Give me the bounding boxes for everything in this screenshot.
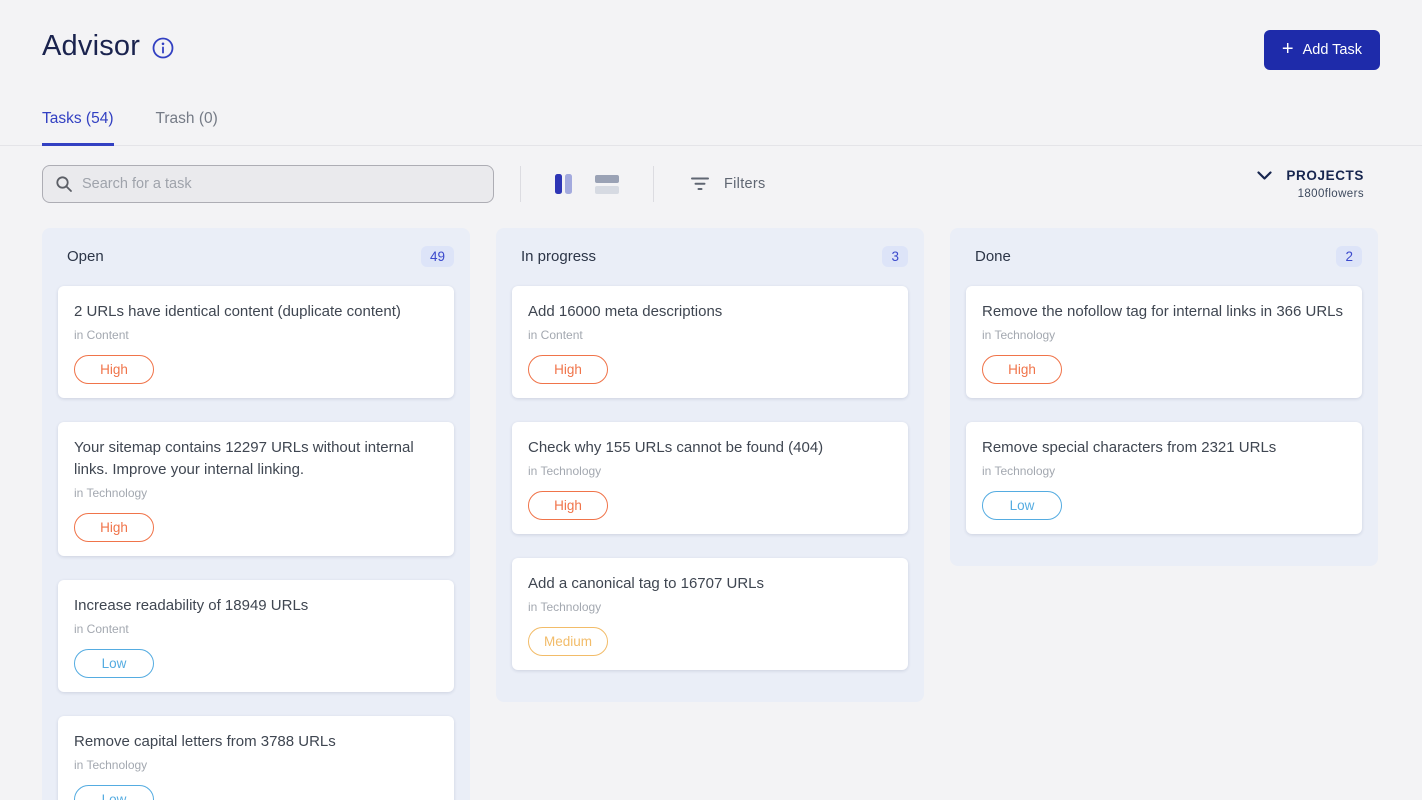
column-cards: Remove the nofollow tag for internal lin… bbox=[966, 286, 1362, 534]
priority-badge: High bbox=[74, 355, 154, 384]
filters-label: Filters bbox=[724, 176, 766, 192]
task-card[interactable]: Add a canonical tag to 16707 URLs in Tec… bbox=[512, 558, 908, 670]
kanban-column: In progress 3 Add 16000 meta description… bbox=[496, 228, 924, 702]
priority-badge: High bbox=[528, 355, 608, 384]
task-card[interactable]: Your sitemap contains 12297 URLs without… bbox=[58, 422, 454, 556]
projects-label: PROJECTS bbox=[1286, 168, 1364, 183]
plus-icon: + bbox=[1282, 39, 1294, 59]
toolbar: Filters PROJECTS 1800flowers bbox=[0, 163, 1422, 205]
task-title: Add 16000 meta descriptions bbox=[528, 301, 892, 323]
projects-selector: PROJECTS 1800flowers bbox=[1257, 168, 1364, 200]
priority-badge: Low bbox=[74, 649, 154, 678]
projects-toggle[interactable]: PROJECTS bbox=[1257, 168, 1364, 183]
column-count-badge: 2 bbox=[1336, 246, 1362, 267]
list-view-icon[interactable] bbox=[595, 174, 619, 194]
task-card[interactable]: Remove capital letters from 3788 URLs in… bbox=[58, 716, 454, 800]
task-card[interactable]: Remove special characters from 2321 URLs… bbox=[966, 422, 1362, 534]
page-title: Advisor bbox=[42, 30, 140, 63]
column-cards: 2 URLs have identical content (duplicate… bbox=[58, 286, 454, 800]
page-header: Advisor + Add Task bbox=[0, 0, 1422, 70]
task-title: Remove the nofollow tag for internal lin… bbox=[982, 301, 1346, 323]
kanban-column: Done 2 Remove the nofollow tag for inter… bbox=[950, 228, 1378, 566]
search-input[interactable] bbox=[82, 176, 481, 192]
priority-badge: High bbox=[982, 355, 1062, 384]
priority-badge: High bbox=[74, 513, 154, 542]
task-category: in Technology bbox=[982, 464, 1346, 478]
divider bbox=[520, 166, 521, 202]
add-task-button[interactable]: + Add Task bbox=[1264, 30, 1380, 70]
info-icon[interactable] bbox=[152, 37, 174, 59]
task-title: Check why 155 URLs cannot be found (404) bbox=[528, 437, 892, 459]
filter-icon bbox=[690, 177, 710, 191]
task-category: in Content bbox=[528, 328, 892, 342]
column-count-badge: 3 bbox=[882, 246, 908, 267]
column-header: In progress 3 bbox=[512, 241, 908, 269]
kanban-view-icon[interactable] bbox=[555, 173, 573, 195]
task-category: in Technology bbox=[74, 758, 438, 772]
task-title: Add a canonical tag to 16707 URLs bbox=[528, 573, 892, 595]
column-header: Done 2 bbox=[966, 241, 1362, 269]
column-cards: Add 16000 meta descriptions in Content H… bbox=[512, 286, 908, 670]
priority-badge: Low bbox=[982, 491, 1062, 520]
task-title: 2 URLs have identical content (duplicate… bbox=[74, 301, 438, 323]
task-category: in Content bbox=[74, 622, 438, 636]
column-count-badge: 49 bbox=[421, 246, 454, 267]
task-category: in Technology bbox=[528, 464, 892, 478]
tab-trash[interactable]: Trash (0) bbox=[156, 110, 218, 146]
task-title: Remove capital letters from 3788 URLs bbox=[74, 731, 438, 753]
add-task-label: Add Task bbox=[1303, 42, 1362, 58]
task-category: in Technology bbox=[982, 328, 1346, 342]
kanban-board: Open 49 2 URLs have identical content (d… bbox=[0, 228, 1422, 800]
task-card[interactable]: Check why 155 URLs cannot be found (404)… bbox=[512, 422, 908, 534]
task-category: in Technology bbox=[528, 600, 892, 614]
column-title: In progress bbox=[521, 248, 596, 265]
task-card[interactable]: Remove the nofollow tag for internal lin… bbox=[966, 286, 1362, 398]
kanban-column: Open 49 2 URLs have identical content (d… bbox=[42, 228, 470, 800]
column-title: Open bbox=[67, 248, 104, 265]
chevron-down-icon bbox=[1257, 171, 1272, 181]
column-header: Open 49 bbox=[58, 241, 454, 269]
task-category: in Technology bbox=[74, 486, 438, 500]
search-box[interactable] bbox=[42, 165, 494, 203]
priority-badge: Low bbox=[74, 785, 154, 800]
task-title: Remove special characters from 2321 URLs bbox=[982, 437, 1346, 459]
priority-badge: High bbox=[528, 491, 608, 520]
task-card[interactable]: Add 16000 meta descriptions in Content H… bbox=[512, 286, 908, 398]
task-card[interactable]: 2 URLs have identical content (duplicate… bbox=[58, 286, 454, 398]
tab-tasks[interactable]: Tasks (54) bbox=[42, 110, 114, 146]
task-title: Increase readability of 18949 URLs bbox=[74, 595, 438, 617]
task-title: Your sitemap contains 12297 URLs without… bbox=[74, 437, 438, 481]
filters-button[interactable]: Filters bbox=[690, 176, 766, 192]
search-icon bbox=[55, 175, 73, 193]
divider bbox=[653, 166, 654, 202]
priority-badge: Medium bbox=[528, 627, 608, 656]
column-title: Done bbox=[975, 248, 1011, 265]
project-name: 1800flowers bbox=[1257, 188, 1364, 200]
task-card[interactable]: Increase readability of 18949 URLs in Co… bbox=[58, 580, 454, 692]
task-category: in Content bbox=[74, 328, 438, 342]
tab-bar: Tasks (54) Trash (0) bbox=[0, 110, 1422, 146]
